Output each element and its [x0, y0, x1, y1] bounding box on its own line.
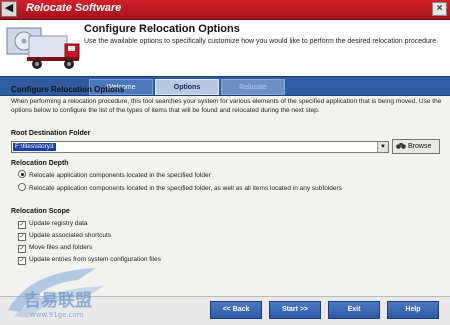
destination-label: Root Destination Folder	[11, 130, 91, 137]
system-menu-icon[interactable]: ◀	[1, 1, 17, 17]
checkbox[interactable]: ✓	[18, 233, 26, 241]
scope-label: Relocation Scope	[11, 208, 70, 215]
scope-update-registry[interactable]: ✓ Update registry data	[18, 219, 88, 229]
moving-truck-icon	[6, 27, 80, 69]
back-button[interactable]: << Back	[210, 301, 262, 319]
intro-text: When performing a relocation procedure, …	[11, 98, 442, 114]
depth-option-subfolders[interactable]: Relocate application components located …	[18, 183, 342, 193]
depth-option-label: Relocate application components located …	[29, 185, 342, 192]
scope-item-label: Update registry data	[29, 220, 88, 227]
start-button[interactable]: Start >>	[269, 301, 321, 319]
wizard-header: Configure Relocation Options Use the ava…	[0, 20, 450, 96]
depth-option-folder[interactable]: Relocate application components located …	[18, 170, 211, 180]
watermark-logo: 吉易联盟 www.91ge.com	[8, 268, 104, 319]
scope-move-files[interactable]: ✓ Move files and folders	[18, 243, 92, 253]
chevron-down-icon[interactable]: ▼	[377, 142, 388, 152]
depth-option-label: Relocate application components located …	[29, 172, 211, 179]
scope-update-shortcuts[interactable]: ✓ Update associated shortcuts	[18, 231, 111, 241]
checkbox[interactable]: ✓	[18, 221, 26, 229]
title-bar: ◀ Relocate Software ×	[0, 0, 450, 20]
watermark-url: www.91ge.com	[30, 311, 84, 319]
app-title: Relocate Software	[26, 2, 122, 14]
browse-label: Browse	[408, 143, 432, 150]
checkbox[interactable]: ✓	[18, 245, 26, 253]
destination-folder-value[interactable]: F:\files\story3	[13, 143, 56, 151]
page-description: Use the available options to specificall…	[84, 38, 439, 45]
destination-folder-combo[interactable]: F:\files\story3 ▼	[11, 141, 389, 153]
watermark-brand: 吉易联盟	[24, 291, 92, 311]
close-button[interactable]: ×	[432, 2, 447, 16]
binoculars-icon	[396, 143, 406, 149]
help-button[interactable]: Help	[387, 301, 439, 319]
browse-button[interactable]: Browse	[392, 139, 440, 154]
depth-label: Relocation Depth	[11, 160, 69, 167]
radio-unselected[interactable]	[18, 183, 26, 191]
section-title: Configure Relocation Options	[11, 85, 125, 94]
radio-selected[interactable]	[18, 170, 26, 178]
page-title: Configure Relocation Options	[84, 23, 240, 35]
exit-button[interactable]: Exit	[328, 301, 380, 319]
scope-item-label: Update associated shortcuts	[29, 232, 112, 239]
scope-item-label: Move files and folders	[29, 244, 93, 251]
